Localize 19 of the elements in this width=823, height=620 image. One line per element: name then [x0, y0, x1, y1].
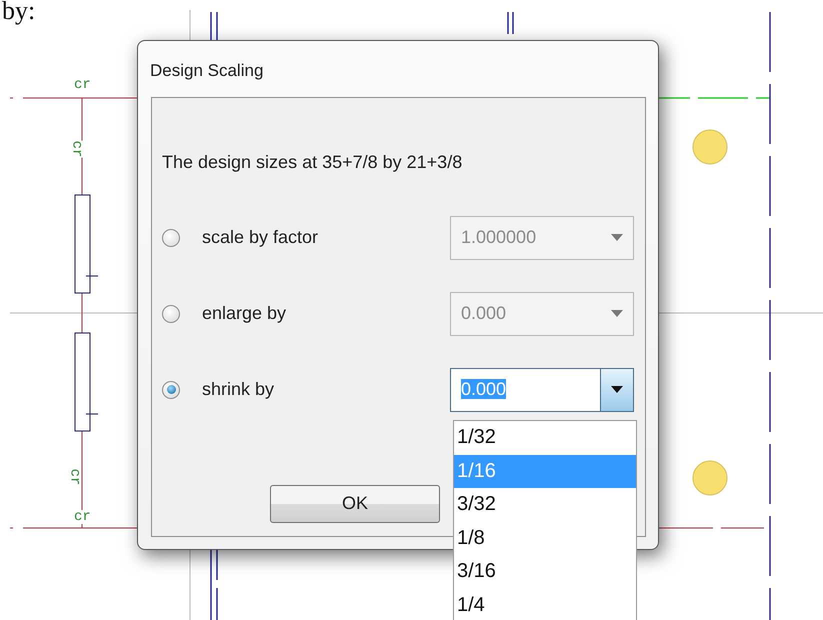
dropdown-item[interactable]: 3/16 — [454, 555, 636, 588]
dropdown-item[interactable]: 3/32 — [454, 488, 636, 522]
caret-icon — [611, 386, 623, 394]
drawing-label: cr — [74, 510, 91, 524]
ok-button[interactable]: OK — [270, 484, 440, 523]
marker-dot — [692, 460, 728, 496]
radio-button[interactable] — [162, 380, 180, 399]
dropdown-item[interactable]: 1/4 — [454, 588, 636, 620]
option-label: shrink by — [202, 379, 274, 400]
option-label: enlarge by — [202, 303, 286, 324]
caption-text: by: — [2, 0, 36, 26]
message-text: The design sizes at 35+7/8 by 21+3/8 — [162, 150, 462, 174]
dropdown-item[interactable]: 1/8 — [454, 522, 636, 555]
window-title: Design Scaling — [149, 60, 264, 82]
option-label: scale by factor — [202, 227, 318, 248]
caret-icon — [611, 310, 623, 318]
dropdown-item[interactable]: 1/32 — [454, 421, 636, 454]
marker-dot — [692, 130, 728, 164]
caret-icon — [611, 234, 623, 242]
